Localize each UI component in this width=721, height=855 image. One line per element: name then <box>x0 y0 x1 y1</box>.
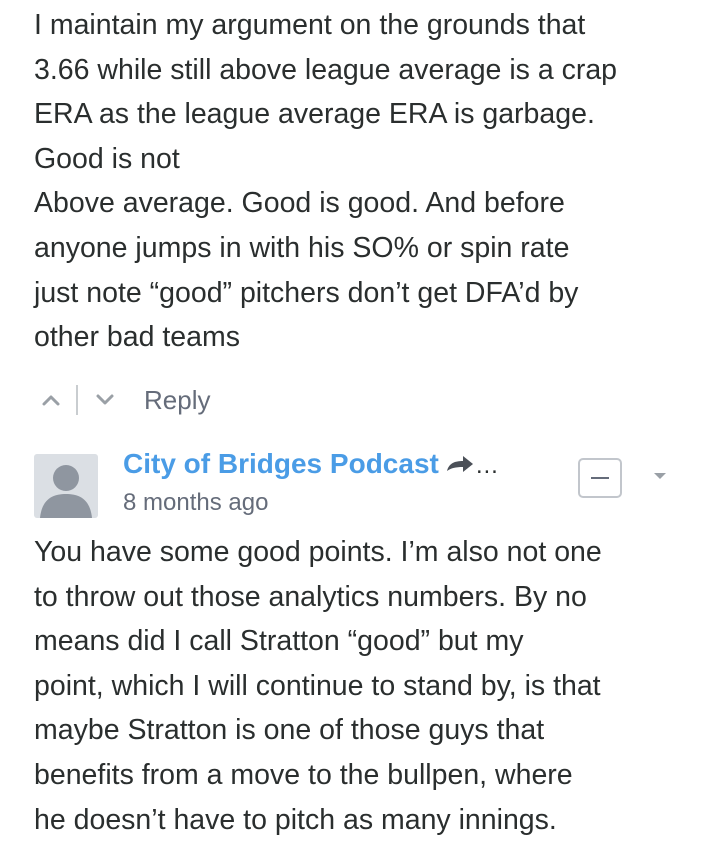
author-name-link[interactable]: City of Bridges Podcast … <box>123 446 499 484</box>
minus-icon <box>591 477 609 479</box>
comment-line: I maintain my argument on the grounds th… <box>34 9 586 41</box>
comment-line: benefits from a move to the bullpen, whe… <box>34 758 573 791</box>
vote-divider <box>76 385 78 415</box>
comment-line: anyone jumps in with his SO% or spin rat… <box>34 231 570 264</box>
reply-button[interactable]: Reply <box>144 385 210 416</box>
comment-line: Above average. Good is good. And before <box>34 187 565 220</box>
downvote-button[interactable] <box>92 387 118 413</box>
comment-line: just note “good” pitchers don’t get DFA’… <box>34 276 579 309</box>
upvote-button[interactable] <box>38 387 64 413</box>
comment-line: point, which I will continue to stand by… <box>34 669 601 702</box>
chevron-down-icon <box>96 394 114 405</box>
comment-line: to throw out those analytics numbers. By… <box>34 580 587 613</box>
chevron-up-icon <box>42 395 60 406</box>
default-avatar-icon <box>40 465 92 518</box>
timestamp[interactable]: 8 months ago <box>123 488 268 518</box>
avatar[interactable] <box>34 454 98 518</box>
comment-line: means did I call Stratton “good” but my <box>34 625 524 658</box>
comment-body: You have some good points. I’m also not … <box>34 530 704 842</box>
comment-line: Good is not <box>34 142 180 175</box>
collapse-button[interactable] <box>578 458 622 498</box>
comment-line: 3.66 while still above league average is… <box>34 53 618 86</box>
caret-down-icon <box>654 473 666 479</box>
reply-arrow-icon <box>445 448 475 484</box>
author-name: City of Bridges Podcast <box>123 448 439 479</box>
comment-line: maybe Stratton is one of those guys that <box>34 714 545 747</box>
comment-line: ERA as the league average ERA is garbage… <box>34 98 595 131</box>
comment-body: I maintain my argument on the grounds th… <box>34 3 704 360</box>
comment-line: other bad teams <box>34 321 240 354</box>
comment-line: You have some good points. I’m also not … <box>34 536 602 568</box>
comment-line: he doesn’t have to pitch as many innings… <box>34 803 557 836</box>
author-ellipsis: … <box>474 452 499 479</box>
comment-header: City of Bridges Podcast … 8 months ago <box>34 446 694 522</box>
comment-menu-button[interactable] <box>652 468 668 484</box>
comment-actions: Reply <box>38 378 210 422</box>
